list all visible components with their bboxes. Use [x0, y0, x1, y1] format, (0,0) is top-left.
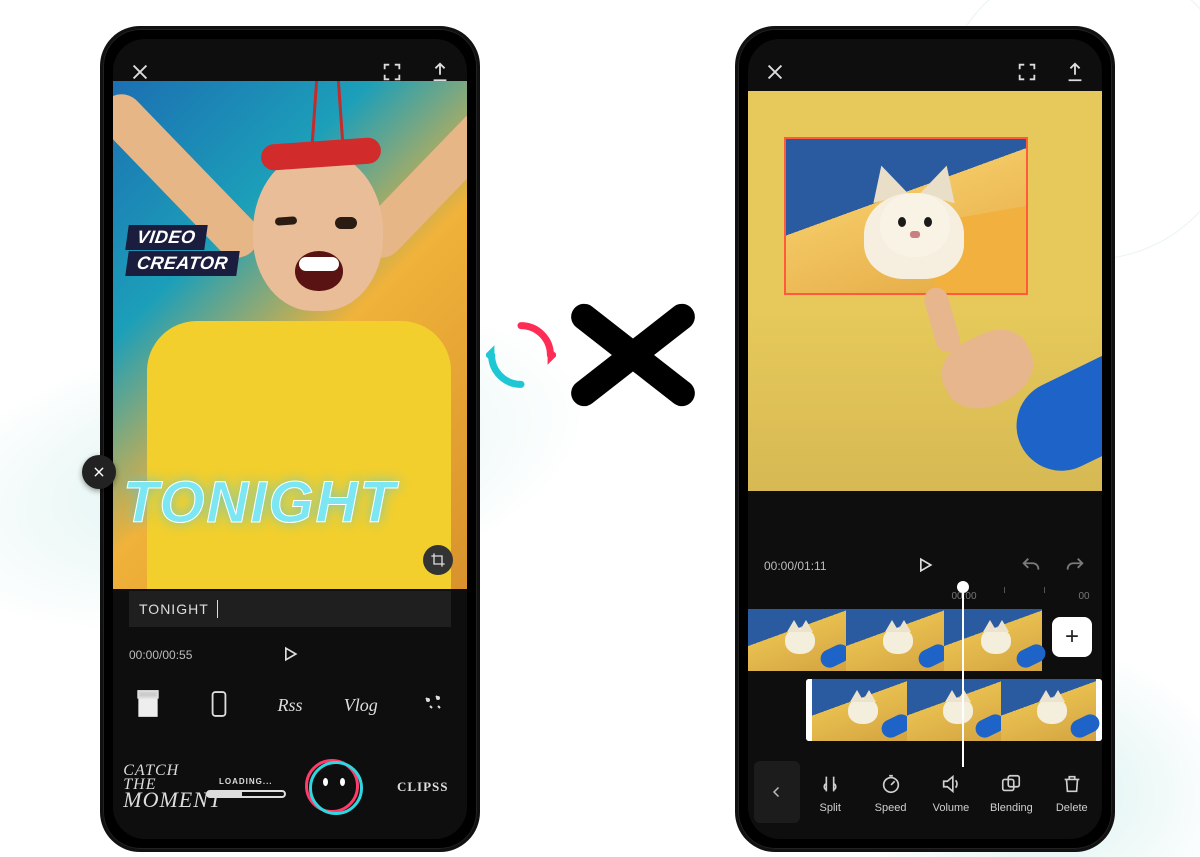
export-icon[interactable]	[1064, 61, 1086, 83]
split-icon	[801, 770, 859, 798]
fullscreen-icon[interactable]	[381, 61, 403, 83]
timeline-playhead[interactable]	[962, 583, 964, 767]
tool-split[interactable]: Split	[801, 770, 859, 814]
picture-in-picture-layer[interactable]	[784, 137, 1028, 295]
sticker-moment-bottom: MOMENT	[123, 791, 197, 810]
text-input-value: TONIGHT	[139, 601, 209, 617]
logo-swirl-icon	[486, 320, 556, 390]
right-topbar	[748, 39, 1102, 91]
tool-speed[interactable]: Speed	[862, 770, 920, 814]
clip-thumbnail[interactable]	[944, 609, 1042, 671]
style-tab-plain[interactable]	[120, 689, 176, 722]
timeline-ruler[interactable]: 00:00 00	[748, 587, 1102, 605]
add-clip-button[interactable]: +	[1052, 617, 1092, 657]
text-input-field[interactable]: TONIGHT	[129, 591, 451, 627]
add-clip-label: +	[1065, 623, 1079, 651]
phone-mockup-left: VIDEO CREATOR TONIGHT TONIGHT 00:00/00:5…	[100, 26, 480, 852]
video-preview[interactable]	[748, 91, 1102, 491]
delete-icon	[1043, 770, 1101, 798]
tool-label: Speed	[862, 802, 920, 814]
tool-label: Blending	[982, 802, 1040, 814]
clip-tool-row: Split Speed Volume Blending Delete	[748, 753, 1102, 831]
pip-cat-illustration	[852, 157, 972, 277]
tool-label: Volume	[922, 802, 980, 814]
clip-thumbnail[interactable]	[748, 609, 846, 671]
video-preview[interactable]: VIDEO CREATOR TONIGHT	[113, 81, 467, 589]
undo-icon[interactable]	[1020, 555, 1042, 577]
tool-delete[interactable]: Delete	[1043, 770, 1101, 814]
style-tab-sparkle[interactable]	[404, 692, 460, 719]
close-icon[interactable]	[129, 61, 151, 83]
blending-icon	[982, 770, 1040, 798]
clip-thumbnail[interactable]	[907, 679, 1002, 741]
overlay-label-line1: VIDEO	[125, 225, 207, 250]
sticker-smiley[interactable]	[294, 760, 374, 814]
crop-button[interactable]	[423, 545, 453, 575]
playback-bar: 00:00/00:55	[129, 641, 451, 669]
play-button[interactable]	[915, 555, 935, 578]
preview-hand-illustration	[942, 331, 1102, 451]
overlay-title[interactable]: TONIGHT	[123, 469, 397, 536]
logo-cross-icon	[564, 300, 704, 410]
style-tab-vlog[interactable]: Vlog	[333, 695, 389, 716]
style-tab-script[interactable]: Rss	[262, 695, 318, 716]
play-button[interactable]	[280, 644, 300, 667]
phone-mockup-right: 00:00/01:11 00:00 00 +	[735, 26, 1115, 852]
close-icon[interactable]	[764, 61, 786, 83]
timecode-label: 00:00/00:55	[129, 648, 192, 662]
clip-thumbnail[interactable]	[846, 609, 944, 671]
sticker-presets: CATCH THE MOMENT LOADING... CLIPSS	[113, 747, 467, 827]
sticker-loading[interactable]: LOADING...	[206, 777, 286, 798]
sticker-moment[interactable]: CATCH THE MOMENT	[117, 764, 197, 810]
redo-icon[interactable]	[1064, 555, 1086, 577]
timeline-track-main[interactable]	[748, 609, 1042, 671]
tool-blending[interactable]: Blending	[982, 770, 1040, 814]
text-cursor	[217, 600, 218, 618]
timecode-label: 00:00/01:11	[764, 559, 827, 573]
style-tab-outline[interactable]	[191, 688, 247, 723]
overlay-label-line2: CREATOR	[125, 251, 239, 276]
collapse-tools-button[interactable]	[754, 761, 800, 823]
tool-label: Split	[801, 802, 859, 814]
fullscreen-icon[interactable]	[1016, 61, 1038, 83]
tool-volume[interactable]: Volume	[922, 770, 980, 814]
export-icon[interactable]	[429, 61, 451, 83]
ruler-label-1: 00	[1078, 591, 1089, 602]
playback-bar: 00:00/01:11	[764, 551, 1086, 581]
preview-letterbox	[748, 491, 1102, 545]
clip-thumbnail[interactable]	[812, 679, 907, 741]
volume-icon	[922, 770, 980, 798]
clip-thumbnail[interactable]	[1001, 679, 1096, 741]
floating-close-button[interactable]	[82, 455, 116, 489]
sticker-clipss[interactable]: CLIPSS	[383, 779, 463, 795]
text-style-tabs: Rss Vlog	[113, 675, 467, 735]
speed-icon	[862, 770, 920, 798]
tool-label: Delete	[1043, 802, 1101, 814]
capcut-logo	[470, 300, 720, 410]
timeline-track-overlay-selected[interactable]	[806, 679, 1102, 741]
